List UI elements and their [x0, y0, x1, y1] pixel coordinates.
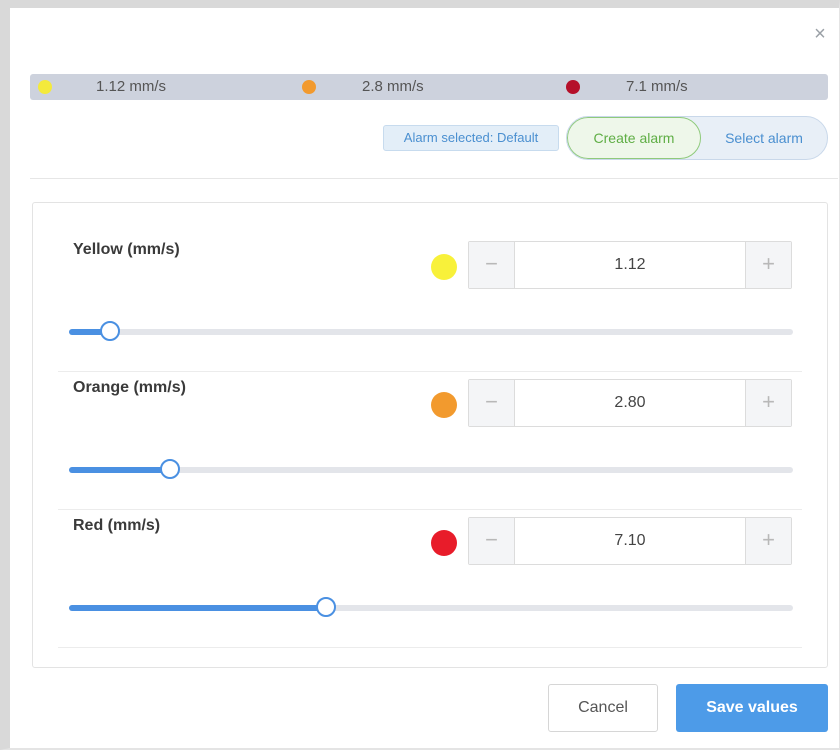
threshold-label: Orange (mm/s)	[73, 379, 186, 396]
row-divider	[58, 647, 802, 648]
yellow-value-input[interactable]	[516, 242, 744, 288]
slider-thumb[interactable]	[316, 597, 336, 617]
orange-dot-icon	[302, 80, 316, 94]
create-alarm-button[interactable]: Create alarm	[567, 117, 701, 159]
orange-dot-icon	[431, 392, 457, 418]
alarm-selected-badge: Alarm selected: Default	[383, 125, 559, 151]
red-stepper: − +	[468, 517, 792, 565]
summary-value-red: 7.1 mm/s	[626, 78, 688, 95]
slider-track	[69, 329, 793, 335]
alarm-mode-toggle: Create alarm Select alarm	[566, 116, 828, 160]
red-value-input[interactable]	[516, 518, 744, 564]
red-slider[interactable]	[69, 597, 793, 617]
slider-thumb[interactable]	[160, 459, 180, 479]
red-dot-icon	[566, 80, 580, 94]
red-dot-icon	[431, 530, 457, 556]
threshold-row-red: Red (mm/s) − +	[33, 487, 827, 625]
threshold-label: Red (mm/s)	[73, 517, 161, 534]
slider-fill	[69, 605, 326, 611]
decrement-button[interactable]: −	[469, 242, 515, 288]
slider-thumb[interactable]	[100, 321, 120, 341]
increment-button[interactable]: +	[745, 380, 791, 426]
yellow-dot-icon	[38, 80, 52, 94]
orange-slider[interactable]	[69, 459, 793, 479]
threshold-row-orange: Orange (mm/s) − +	[33, 349, 827, 487]
increment-button[interactable]: +	[745, 518, 791, 564]
close-icon[interactable]: ×	[808, 22, 832, 46]
divider	[30, 178, 838, 179]
orange-stepper: − +	[468, 379, 792, 427]
yellow-dot-icon	[431, 254, 457, 280]
yellow-stepper: − +	[468, 241, 792, 289]
threshold-card: Yellow (mm/s) − + Orange (mm/s) − +	[32, 202, 828, 668]
save-values-button[interactable]: Save values	[676, 684, 828, 732]
decrement-button[interactable]: −	[469, 380, 515, 426]
threshold-label: Yellow (mm/s)	[73, 241, 180, 258]
increment-button[interactable]: +	[745, 242, 791, 288]
decrement-button[interactable]: −	[469, 518, 515, 564]
threshold-row-yellow: Yellow (mm/s) − +	[33, 211, 827, 349]
select-alarm-button[interactable]: Select alarm	[701, 117, 827, 159]
orange-value-input[interactable]	[516, 380, 744, 426]
yellow-slider[interactable]	[69, 321, 793, 341]
summary-value-yellow: 1.12 mm/s	[96, 78, 167, 95]
slider-fill	[69, 467, 170, 473]
alarm-threshold-dialog: × 1.12 mm/s 2.8 mm/s 7.1 mm/s Alarm sele…	[0, 0, 840, 750]
cancel-button[interactable]: Cancel	[548, 684, 658, 732]
threshold-summary-bar: 1.12 mm/s 2.8 mm/s 7.1 mm/s	[30, 74, 828, 100]
summary-value-orange: 2.8 mm/s	[362, 78, 424, 95]
